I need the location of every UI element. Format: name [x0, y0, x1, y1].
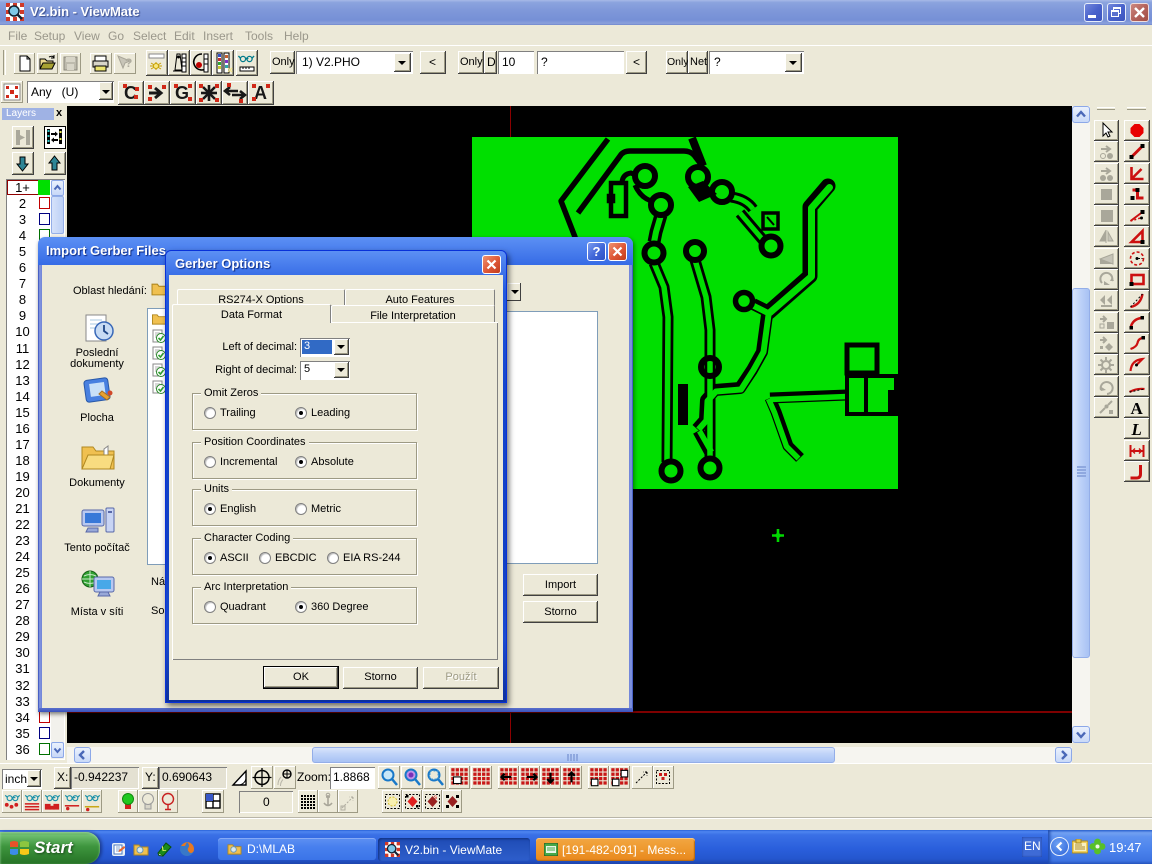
svg-text:A: A — [1131, 399, 1144, 418]
svg-text:s: s — [434, 795, 437, 801]
svg-text:?: ? — [125, 56, 132, 70]
svg-text:L: L — [1131, 420, 1142, 439]
